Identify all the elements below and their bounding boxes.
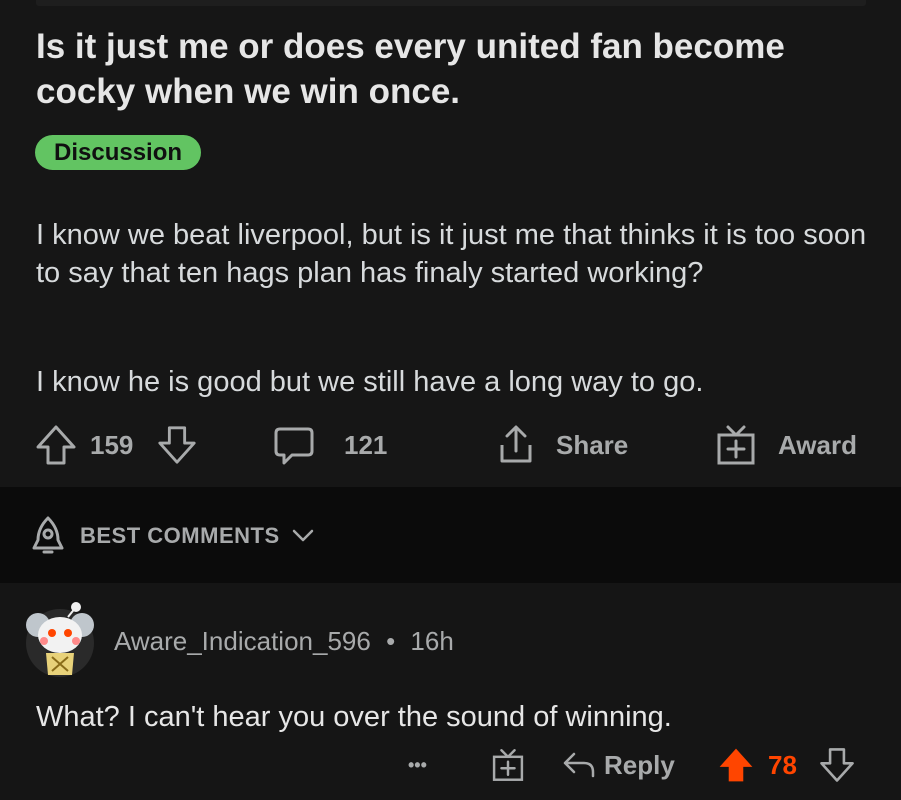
gift-icon (492, 749, 524, 781)
post-vote-count: 159 (90, 429, 134, 460)
comment-text: What? I can't hear you over the sound of… (36, 701, 672, 733)
chevron-down-icon (292, 529, 313, 542)
comment-downvote-button[interactable] (818, 740, 856, 790)
reply-button[interactable]: Reply (562, 740, 675, 790)
upvote-button[interactable] (34, 420, 78, 470)
award-button[interactable]: Award (714, 420, 857, 470)
post-comment-count: 121 (344, 429, 388, 460)
post-body-paragraph-1: I know we beat liverpool, but is it just… (36, 219, 867, 289)
meta-separator: • (386, 626, 396, 656)
comment-upvote-button[interactable] (716, 740, 756, 790)
reply-label: Reply (604, 749, 675, 780)
more-icon: ••• (408, 754, 427, 775)
comments-button[interactable] (272, 420, 316, 470)
sort-comments-button[interactable]: BEST COMMENTS (26, 513, 314, 559)
comment-author[interactable]: Aware_Indication_596 (114, 626, 371, 656)
post-title[interactable]: Is it just me or does every united fan b… (36, 24, 866, 114)
gift-icon (717, 425, 755, 465)
arrow-down-icon (158, 426, 196, 464)
comment-meta: Aware_Indication_596 • 16h (114, 626, 454, 657)
post-body-paragraph-2: I know he is good but we still have a lo… (36, 366, 704, 398)
comment-time: 16h (410, 626, 454, 656)
share-icon (500, 425, 532, 463)
comment-icon (274, 427, 314, 465)
award-label: Award (778, 429, 857, 460)
arrow-up-icon (36, 425, 76, 465)
flair-badge[interactable]: Discussion (35, 135, 202, 170)
rocket-icon (32, 516, 64, 554)
comment-container (0, 583, 901, 800)
share-button[interactable]: Share (494, 420, 628, 470)
more-button[interactable]: ••• (408, 740, 427, 790)
share-label: Share (556, 429, 629, 460)
comment-award-button[interactable] (490, 740, 526, 790)
downvote-button[interactable] (156, 420, 198, 470)
arrow-down-icon (820, 748, 854, 782)
arrow-up-icon (719, 748, 753, 782)
top-divider (36, 0, 866, 6)
comment-vote-count: 78 (768, 749, 797, 780)
reply-icon (563, 752, 595, 778)
post-action-bar: 159 121 Share Award (0, 420, 901, 470)
avatar[interactable] (24, 597, 96, 679)
sort-label: BEST COMMENTS (80, 523, 280, 548)
